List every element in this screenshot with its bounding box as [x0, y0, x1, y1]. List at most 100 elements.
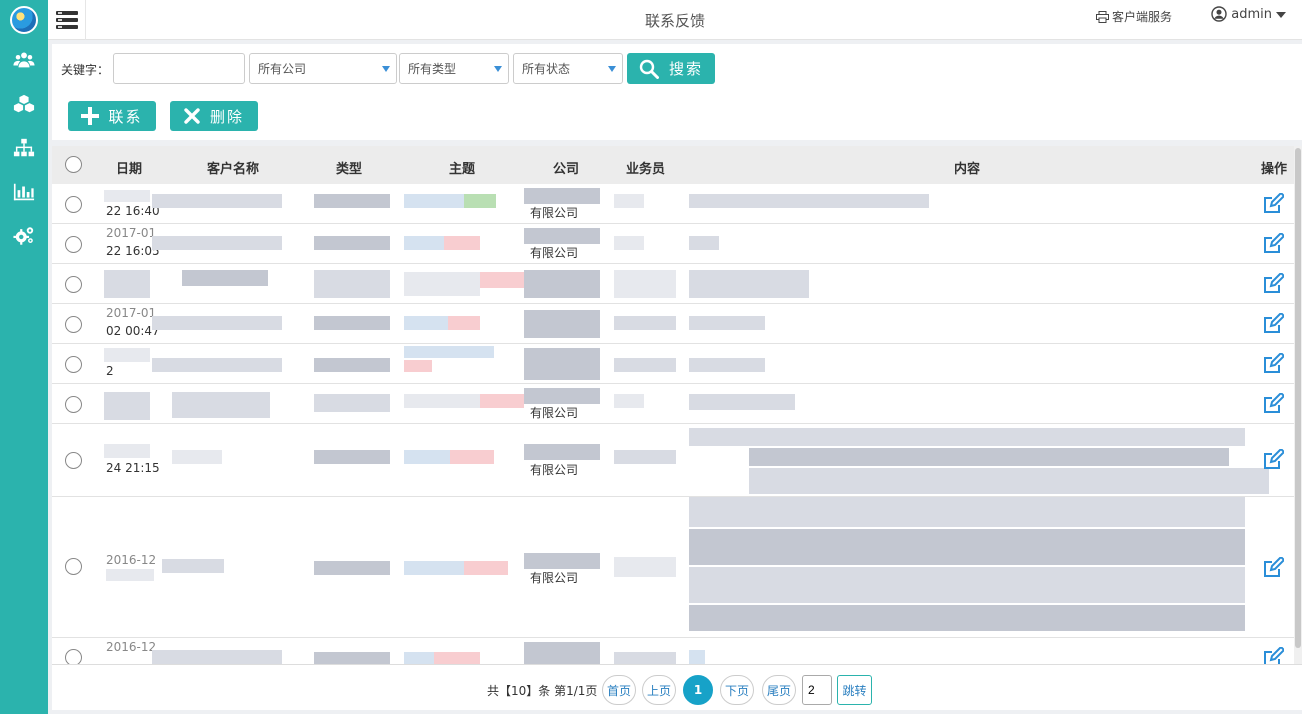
jump-button[interactable]: 跳转	[837, 675, 872, 705]
delete-button[interactable]: 删除	[170, 101, 258, 131]
chevron-down-icon	[382, 66, 390, 72]
plus-icon	[81, 107, 100, 125]
filter-panel: 关键字： 所有公司 所有类型 所有状态 搜索 联系 删除	[52, 44, 1302, 140]
sidebar-item-products[interactable]	[0, 82, 48, 126]
jump-page-input[interactable]	[802, 675, 832, 705]
chevron-down-icon	[494, 66, 502, 72]
column-header-company: 公司	[553, 162, 580, 177]
edit-icon[interactable]	[1262, 447, 1286, 471]
table-row[interactable]: 24 21:15 有限公司	[52, 424, 1294, 497]
table-row[interactable]: 2	[52, 344, 1294, 384]
contact-button[interactable]: 联系	[68, 101, 156, 131]
caret-down-icon	[1276, 12, 1286, 18]
search-icon	[639, 59, 659, 79]
gears-icon	[13, 227, 34, 245]
edit-icon[interactable]	[1262, 555, 1286, 579]
keyword-input[interactable]	[113, 53, 245, 84]
edit-icon[interactable]	[1262, 271, 1286, 295]
company-cell: 有限公司	[530, 206, 579, 220]
first-page-button[interactable]: 首页	[602, 675, 636, 705]
row-select-radio[interactable]	[65, 276, 82, 293]
edit-icon[interactable]	[1262, 231, 1286, 255]
status-select-value: 所有状态	[522, 62, 571, 76]
edit-icon[interactable]	[1262, 391, 1286, 415]
contact-label: 联系	[108, 107, 143, 126]
scrollbar-thumb[interactable]	[1295, 148, 1301, 648]
feedback-table: 日期 客户名称 类型 主题 公司 业务员 内容 操作 22 16:40 有限公司…	[52, 146, 1294, 664]
edit-icon[interactable]	[1262, 645, 1286, 664]
sidebar	[0, 0, 48, 714]
date-cell-line1: 2016-12	[106, 553, 157, 567]
sidebar-item-users[interactable]	[0, 38, 48, 82]
column-header-type: 类型	[336, 162, 363, 177]
client-service-link[interactable]: 客户端服务	[1095, 8, 1172, 25]
search-button[interactable]: 搜索	[627, 53, 715, 84]
edit-icon[interactable]	[1262, 351, 1286, 375]
app-logo[interactable]	[0, 0, 48, 40]
table-row[interactable]	[52, 264, 1294, 304]
column-header-subject: 主题	[449, 162, 476, 177]
row-select-radio[interactable]	[65, 649, 82, 664]
sidebar-item-settings[interactable]	[0, 214, 48, 258]
username: admin	[1231, 6, 1272, 22]
company-cell: 有限公司	[530, 571, 579, 585]
column-header-content: 内容	[954, 162, 981, 177]
chevron-down-icon	[608, 66, 616, 72]
user-menu[interactable]: admin	[1211, 6, 1286, 22]
printer-icon	[1095, 10, 1109, 23]
client-service-label: 客户端服务	[1111, 10, 1172, 24]
table-row[interactable]: 22 16:40 有限公司	[52, 184, 1294, 224]
cubes-icon	[13, 94, 35, 113]
sitemap-icon	[13, 138, 35, 157]
top-bar: 联系反馈 客户端服务 admin	[48, 0, 1302, 40]
pagination: 共【10】条 第1/1页 首页 上页 1 下页 尾页 跳转	[52, 664, 1302, 710]
table-row[interactable]: 2017-01 22 16:05 有限公司	[52, 224, 1294, 264]
pagination-summary: 共【10】条 第1/1页	[487, 684, 598, 698]
bar-chart-icon	[13, 183, 35, 201]
sidebar-item-reports[interactable]	[0, 170, 48, 214]
status-select[interactable]: 所有状态	[513, 53, 623, 84]
column-header-customer: 客户名称	[207, 162, 260, 177]
table-row[interactable]: 2016-12 有限公司	[52, 497, 1294, 638]
column-header-date: 日期	[116, 162, 143, 177]
date-cell-line1: 2016-12	[106, 640, 157, 654]
row-select-radio[interactable]	[65, 316, 82, 333]
users-icon	[13, 52, 35, 68]
type-select-value: 所有类型	[408, 62, 457, 76]
row-select-radio[interactable]	[65, 452, 82, 469]
sidebar-item-organization[interactable]	[0, 126, 48, 170]
table-scrollbar[interactable]	[1294, 146, 1302, 664]
company-select-value: 所有公司	[258, 62, 307, 76]
next-page-button[interactable]: 下页	[720, 675, 754, 705]
user-circle-icon	[1211, 6, 1227, 22]
select-all-radio[interactable]	[65, 156, 82, 173]
keyword-label: 关键字：	[61, 63, 110, 77]
date-cell: 24 21:15	[106, 461, 160, 475]
row-select-radio[interactable]	[65, 396, 82, 413]
date-cell: 2	[106, 364, 114, 378]
type-select[interactable]: 所有类型	[399, 53, 509, 84]
company-cell: 有限公司	[530, 406, 579, 420]
edit-icon[interactable]	[1262, 191, 1286, 215]
prev-page-button[interactable]: 上页	[642, 675, 676, 705]
table-row[interactable]: 2017-01 02 00:47	[52, 304, 1294, 344]
close-icon	[184, 108, 200, 124]
row-select-radio[interactable]	[65, 236, 82, 253]
row-select-radio[interactable]	[65, 356, 82, 373]
company-select[interactable]: 所有公司	[249, 53, 397, 84]
edit-icon[interactable]	[1262, 311, 1286, 335]
row-select-radio[interactable]	[65, 196, 82, 213]
date-cell-line1: 2017-01	[106, 226, 157, 240]
date-cell-line1: 2017-01	[106, 306, 157, 320]
table-row[interactable]: 2016-12	[52, 638, 1294, 664]
table-row[interactable]: 有限公司	[52, 384, 1294, 424]
company-cell: 有限公司	[530, 463, 579, 477]
table-header: 日期 客户名称 类型 主题 公司 业务员 内容 操作	[52, 146, 1294, 184]
company-cell: 有限公司	[530, 246, 579, 260]
search-label: 搜索	[668, 60, 703, 78]
last-page-button[interactable]: 尾页	[762, 675, 796, 705]
page-1-button[interactable]: 1	[683, 675, 713, 705]
column-header-salesperson: 业务员	[626, 162, 666, 177]
row-select-radio[interactable]	[65, 558, 82, 575]
delete-label: 删除	[209, 107, 244, 126]
